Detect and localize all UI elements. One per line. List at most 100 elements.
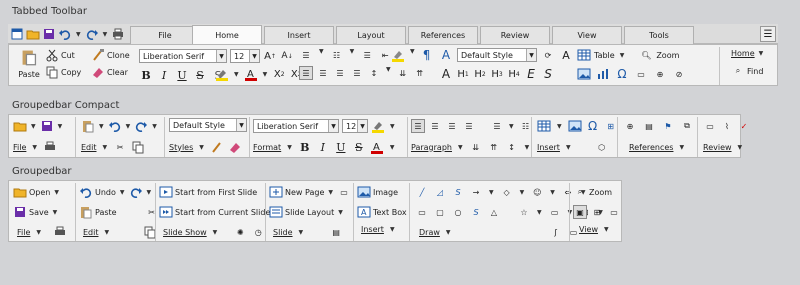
freeform-icon[interactable]: S — [469, 205, 483, 219]
outline-view-icon[interactable]: ▭ — [607, 205, 621, 219]
slide-sorter-icon[interactable]: ⊞ — [590, 205, 604, 219]
curve-icon[interactable]: S — [451, 185, 465, 199]
view-menu[interactable]: View ▼ — [573, 225, 621, 234]
compact-redo-icon[interactable] — [134, 119, 148, 133]
compact-bookmark-flag-icon[interactable]: ⚑ — [661, 119, 675, 133]
compact-align-right-icon[interactable]: ☰ — [445, 119, 459, 133]
navigator-icon[interactable]: ⊘ — [672, 67, 686, 81]
compact-paste-icon[interactable] — [81, 119, 95, 133]
insert-image-button[interactable]: Image — [357, 185, 407, 199]
compact-line-spacing-dropdown-icon[interactable]: ▼ — [525, 144, 530, 151]
numbering-dropdown-icon[interactable]: ▼ — [350, 48, 355, 62]
grouped-edit-menu[interactable]: Edit ▼ — [79, 225, 159, 239]
cut-button[interactable]: Cut — [45, 48, 81, 62]
compact-font-dropdown-icon[interactable]: ▼ — [328, 120, 338, 132]
image-icon[interactable] — [577, 67, 591, 81]
compact-file-label[interactable]: File — [13, 143, 26, 152]
compact-justify-icon[interactable]: ☰ — [462, 119, 476, 133]
update-style-icon[interactable]: ⟳ — [541, 48, 555, 62]
copy-button[interactable]: Copy — [45, 65, 81, 79]
compact-paragraph-label[interactable]: Paragraph — [411, 143, 452, 152]
compact-font-color-icon[interactable]: A — [370, 140, 384, 154]
highlight-dropdown-icon[interactable]: ▼ — [234, 71, 239, 78]
new-page-dropdown-icon[interactable]: ▼ — [328, 189, 333, 196]
compact-format-dropdown-icon[interactable]: ▼ — [287, 144, 292, 151]
compact-bold-icon[interactable]: B — [298, 140, 312, 154]
slide-transition-icon[interactable]: ✺ — [233, 225, 247, 239]
compact-size-dropdown-icon[interactable]: ▼ — [357, 120, 367, 132]
grouped-save-dropdown-icon[interactable]: ▼ — [53, 209, 58, 216]
new-page-button[interactable]: New Page ▼ ▭ — [269, 185, 351, 199]
compact-shapes-icon[interactable]: ⬡ — [595, 140, 609, 154]
shrink-font-icon[interactable]: A ↓ — [280, 49, 294, 63]
compact-line-spacing-icon[interactable]: ↕ — [505, 140, 519, 154]
grow-font-icon[interactable]: A ↑ — [263, 49, 277, 63]
heading-2-icon[interactable]: H2 — [473, 67, 487, 81]
grouped-open-button[interactable]: Open ▼ — [13, 185, 67, 199]
rounded-rectangle-icon[interactable]: ▢ — [433, 205, 447, 219]
zoom-label[interactable]: Zoom — [656, 51, 679, 60]
print-icon[interactable] — [111, 27, 125, 41]
outline-icon[interactable]: ☰ — [360, 48, 374, 62]
grouped-undo-button[interactable]: Undo ▼ ▼ — [79, 185, 159, 199]
heading-3-icon[interactable]: H3 — [490, 67, 504, 81]
justify-icon[interactable]: ☰ — [350, 66, 364, 80]
compact-references-dropdown-icon[interactable]: ▼ — [679, 144, 684, 151]
compact-styles-label[interactable]: Styles — [169, 143, 193, 152]
numbering-icon[interactable]: ☷ — [330, 48, 344, 62]
draw-dropdown-icon[interactable]: ▼ — [446, 229, 451, 236]
tab-references[interactable]: References — [408, 26, 478, 44]
new-document-icon[interactable] — [10, 27, 24, 41]
find-button[interactable]: ⌕ Find — [731, 64, 765, 78]
compact-underline-icon[interactable]: U — [334, 140, 348, 154]
compact-references-label[interactable]: References — [629, 143, 673, 152]
undo-dropdown-icon[interactable]: ▼ — [76, 31, 81, 38]
text-body-icon[interactable]: H4 — [507, 67, 521, 81]
font-color-dropdown-icon[interactable]: ▼ — [263, 71, 268, 78]
compact-cut-icon[interactable]: ✂ — [113, 140, 127, 154]
highlighting-color-icon[interactable] — [391, 48, 405, 62]
table-dropdown-icon[interactable]: ▼ — [620, 52, 625, 59]
grouped-paste-button[interactable]: Paste ✂ — [79, 205, 159, 219]
compact-insert-dropdown-icon[interactable]: ▼ — [566, 144, 571, 151]
compact-clear-icon[interactable] — [228, 140, 242, 154]
paragraph-style-dropdown-icon[interactable]: ▼ — [526, 49, 536, 61]
highlighting-dropdown-icon[interactable]: ▼ — [410, 48, 415, 62]
new-style-icon[interactable]: A — [559, 48, 573, 62]
compact-redo-dropdown-icon[interactable]: ▼ — [152, 123, 157, 130]
compact-highlight-dropdown-icon[interactable]: ▼ — [390, 123, 395, 130]
underline-icon[interactable]: U — [175, 68, 189, 82]
font-color-icon[interactable]: A — [244, 67, 258, 81]
tab-layout[interactable]: Layout — [336, 26, 406, 44]
compact-style-combo[interactable]: Default Style ▼ — [169, 118, 247, 132]
compact-para-spacing-dec-icon[interactable]: ⇈ — [487, 140, 501, 154]
arrow-line-icon[interactable]: → — [469, 185, 483, 199]
heading-1-icon[interactable]: H1 — [456, 67, 470, 81]
compact-crossref-icon[interactable]: ⧉ — [680, 119, 694, 133]
duplicate-page-icon[interactable]: ▭ — [337, 185, 351, 199]
grouped-redo-icon[interactable] — [129, 185, 143, 199]
compact-italic-icon[interactable]: I — [316, 140, 330, 154]
chart-icon[interactable] — [596, 67, 610, 81]
redo-dropdown-icon[interactable]: ▼ — [103, 31, 108, 38]
font-name-combo[interactable]: Liberation Serif ▼ — [139, 49, 227, 63]
grouped-edit-dropdown-icon[interactable]: ▼ — [105, 229, 110, 236]
slide-dropdown-icon[interactable]: ▼ — [299, 229, 304, 236]
compact-size-combo[interactable]: 12 ▼ — [342, 119, 368, 133]
insert-text-box-button[interactable]: A Text Box — [357, 205, 407, 219]
compact-table-icon[interactable] — [537, 119, 551, 133]
compact-clone-icon[interactable] — [210, 140, 224, 154]
slide-show-dropdown-icon[interactable]: ▼ — [213, 229, 218, 236]
bold-icon[interactable]: B — [139, 68, 153, 82]
compact-image-icon[interactable] — [568, 119, 582, 133]
compact-spelling-icon[interactable]: ✓ — [737, 119, 751, 133]
compact-track-changes-icon[interactable]: ⌇ — [720, 119, 734, 133]
compact-toc-icon[interactable]: ⊕ — [623, 119, 637, 133]
compact-field-icon[interactable]: ⊞ — [604, 119, 618, 133]
line-icon[interactable]: ╱ — [415, 185, 429, 199]
compact-print-icon[interactable] — [43, 140, 57, 154]
subscript-icon[interactable]: X2 — [272, 67, 286, 81]
compact-format-label[interactable]: Format — [253, 143, 281, 152]
compact-file-dropdown-icon[interactable]: ▼ — [32, 144, 37, 151]
line-spacing-dropdown-icon[interactable]: ▼ — [386, 66, 391, 80]
